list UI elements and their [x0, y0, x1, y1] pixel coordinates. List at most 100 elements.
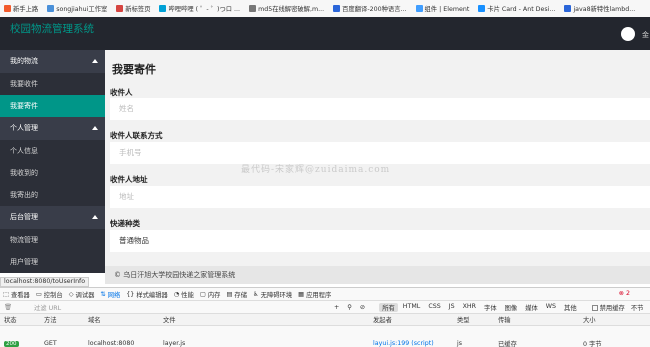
type-filter-button[interactable]: 图像 [502, 303, 521, 312]
bookmark-label: 百度翻译-200种语言... [342, 6, 407, 13]
column-header[interactable]: 域名 [88, 315, 101, 324]
type-filter-button[interactable]: XHR [460, 303, 479, 312]
column-header[interactable]: 方法 [44, 315, 57, 324]
type-filter-button[interactable]: 所有 [379, 302, 398, 312]
column-header[interactable]: 文件 [163, 315, 176, 324]
nav-group-personal[interactable]: 个人管理 [0, 117, 105, 140]
console-icon: ▭ [35, 290, 42, 298]
bookmark-label: songjiahui工作室 [56, 6, 108, 13]
bookmark-item[interactable]: 百度翻译-200种语言... [333, 4, 407, 13]
nav-group-label: 我的物流 [10, 57, 38, 65]
type-filter-button[interactable]: WS [543, 303, 559, 312]
sidebar-item-received[interactable]: 我收到的 [0, 162, 105, 184]
devtools-tab-label: 性能 [181, 291, 194, 299]
search-icon[interactable]: ⚲ [347, 304, 352, 311]
disable-cache-checkbox[interactable]: 禁用缓存 [591, 303, 625, 312]
error-count-badge[interactable]: ⊗ 2 [619, 290, 630, 297]
column-header[interactable]: 状态 [4, 315, 17, 324]
devtools-tab[interactable]: ▤ 存储 [226, 290, 247, 299]
throttle-select[interactable]: 不节 [631, 303, 644, 312]
devtools-tab-label: 内存 [207, 291, 221, 299]
add-icon[interactable]: + [334, 304, 339, 311]
bookmark-favicon-icon [333, 5, 341, 12]
caret-up-icon [92, 126, 98, 130]
sidebar-item-send[interactable]: 我要寄件 [0, 95, 105, 117]
app-title: 校园物流管理系统 [10, 23, 94, 35]
bookmark-favicon-icon [159, 5, 167, 12]
bookmark-item[interactable]: 哔哩哔哩 ( ゜- ゜)つロ ... [159, 4, 240, 13]
nav-group-label: 个人管理 [10, 124, 38, 132]
devtools-tab[interactable]: ⇅ 网络 [100, 290, 120, 299]
devtools-tab[interactable]: ▦ 应用程序 [298, 290, 331, 299]
sidebar-item-sent[interactable]: 我寄出的 [0, 184, 105, 206]
app-header: 校园物流管理系统 [0, 17, 650, 50]
devtools-tab-label: 控制台 [43, 291, 63, 299]
style-editor-icon: {} [126, 290, 135, 298]
application-icon: ▦ [298, 290, 305, 298]
filter-url-input[interactable]: 过滤 URL [34, 303, 334, 312]
nav-group-my-logistics[interactable]: 我的物流 [0, 50, 105, 73]
size-cell: 0 字节 [583, 341, 602, 347]
bookmarks-bar: 新手上路 songjiahui工作室 新标签页 哔哩哔哩 ( ゜- ゜)つロ ... m… [0, 0, 650, 17]
avatar[interactable] [621, 27, 635, 41]
bookmark-item[interactable]: 卡片 Card - Ant Desi... [478, 4, 555, 13]
devtools-tab[interactable]: {} 样式编辑器 [126, 290, 168, 299]
devtools-tab[interactable]: ♿ 无障碍环境 [253, 290, 292, 299]
bookmark-item[interactable]: 新手上路 [4, 4, 38, 13]
type-filter-button[interactable]: 字体 [481, 303, 500, 312]
recipient-address-input[interactable]: 地址 [110, 186, 650, 208]
sidebar-item-profile[interactable]: 个人信息 [0, 140, 105, 162]
network-table-header: 状态 方法 域名 文件 发起者 类型 传输 大小 [0, 314, 650, 326]
devtools-tab[interactable]: ▭ 控制台 [36, 290, 63, 299]
sidebar-item-logistics-admin[interactable]: 物流管理 [0, 229, 105, 251]
bookmark-favicon-icon [478, 5, 486, 12]
column-header[interactable]: 类型 [457, 315, 470, 324]
method-cell: GET [44, 340, 57, 347]
table-row[interactable]: 200 GET localhost:8080 layer.js layui.js… [0, 338, 650, 347]
recipient-label: 收件人 [110, 88, 133, 97]
recipient-phone-input[interactable]: 手机号 [110, 142, 650, 164]
devtools-tab-label: 应用程序 [306, 291, 332, 299]
block-icon[interactable]: ⊘ [360, 304, 365, 311]
type-filter-button[interactable]: CSS [425, 303, 443, 312]
recipient-phone-label: 收件人联系方式 [110, 131, 163, 140]
bookmark-label: md5在线解密破解,m... [258, 6, 325, 13]
devtools-tab[interactable]: ▢ 内存 [200, 290, 221, 299]
caret-up-icon [92, 59, 98, 63]
sidebar: 我的物流 我要收件 我要寄件 个人管理 个人信息 我收到的 我寄出的 后台管理 … [0, 50, 105, 273]
nav-group-admin[interactable]: 后台管理 [0, 206, 105, 229]
devtools-tab-label: 查看器 [10, 291, 30, 299]
watermark: 最代码-宋家辉@zuidaima.com [241, 165, 391, 175]
sidebar-item-user-admin[interactable]: 用户管理 [0, 251, 105, 273]
devtools-tab[interactable]: ⬚ 查看器 [3, 290, 30, 299]
username[interactable]: 金 [642, 30, 649, 40]
devtools-panel: ⬚ 查看器 ▭ 控制台 ◇ 调试器 ⇅ 网络 {} 样式编辑器 ◔ 性能 ▢ 内存 ▤ 存储 ♿ 无障碍环境 ▦ 应用… [0, 287, 650, 347]
type-filter-button[interactable]: JS [446, 303, 458, 312]
recipient-name-input[interactable]: 姓名 [110, 98, 650, 120]
bookmark-item[interactable]: songjiahui工作室 [47, 4, 107, 13]
inspector-icon: ⬚ [3, 290, 9, 298]
clear-icon[interactable]: 🗑 [4, 303, 12, 311]
type-filter-button[interactable]: HTML [400, 303, 424, 312]
footer: © 乌日汗旭大学校园快递之家管理系统 [105, 266, 650, 284]
column-header[interactable]: 传输 [498, 315, 511, 324]
bookmark-favicon-icon [4, 5, 11, 12]
devtools-tab-label: 存储 [234, 291, 247, 299]
column-header[interactable]: 大小 [583, 315, 596, 324]
debugger-icon: ◇ [68, 290, 74, 298]
bookmark-label: 组件 | Element [424, 6, 470, 13]
devtools-tab[interactable]: ◔ 性能 [174, 290, 194, 299]
bookmark-item[interactable]: 新标签页 [116, 4, 150, 13]
type-filter-button[interactable]: 其他 [561, 303, 580, 312]
column-header[interactable]: 发起者 [373, 315, 392, 324]
transferred-cell: 已缓存 [498, 341, 517, 347]
bookmark-item[interactable]: 组件 | Element [415, 4, 470, 13]
express-type-select[interactable]: 普通物品 [110, 230, 650, 252]
bookmark-item[interactable]: java8新特性lambd... [564, 4, 635, 13]
type-filter-button[interactable]: 媒体 [522, 303, 541, 312]
devtools-filter-bar: 🗑 过滤 URL + ⚲ ⊘ 所有 HTML CSS JS XHR 字体 图像 媒体 WS 其他 … [0, 301, 650, 314]
bookmark-item[interactable]: md5在线解密破解,m... [249, 4, 324, 13]
devtools-tab[interactable]: ◇ 调试器 [69, 290, 95, 299]
sidebar-item-receive[interactable]: 我要收件 [0, 73, 105, 95]
initiator-cell[interactable]: layui.js:199 (script) [373, 340, 434, 347]
